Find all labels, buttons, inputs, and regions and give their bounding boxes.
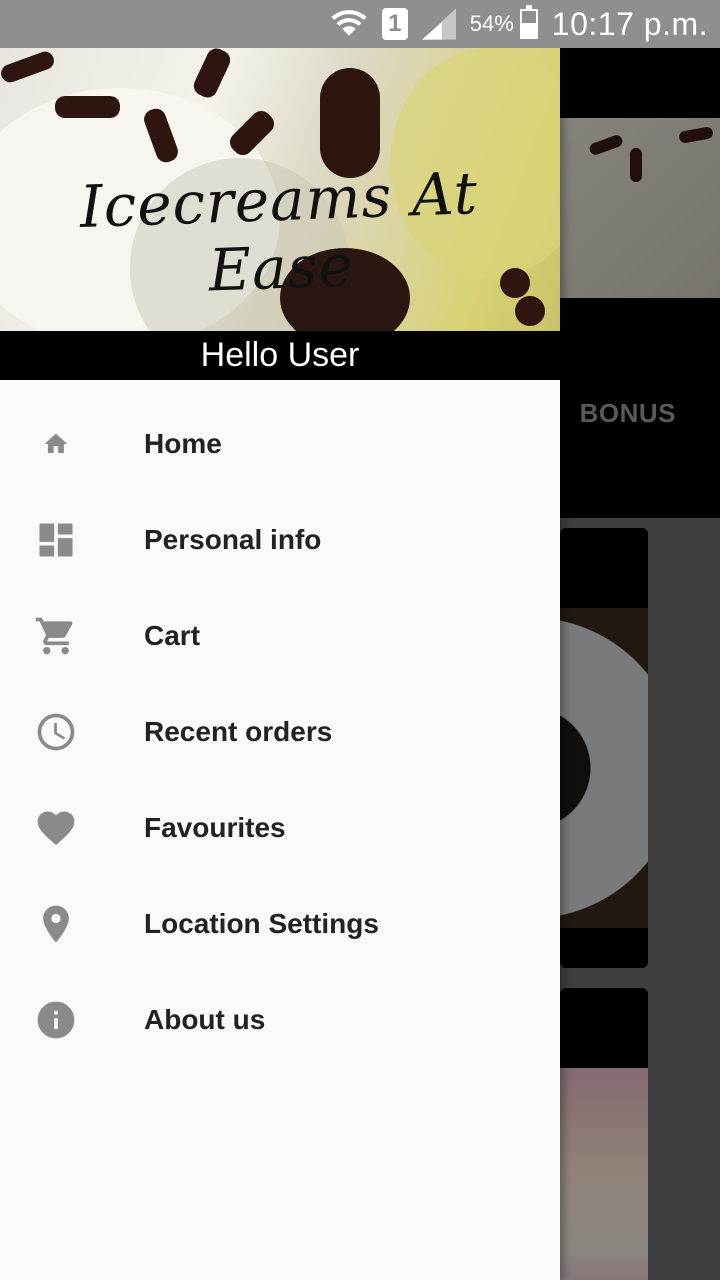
- info-icon: [34, 998, 78, 1042]
- app-logo-text: Icecreams At Ease: [78, 159, 479, 305]
- clock: 10:17 p.m.: [551, 5, 708, 42]
- home-icon: [34, 422, 78, 466]
- wifi-icon: [330, 7, 368, 41]
- menu-item-label: Recent orders: [144, 716, 333, 747]
- menu-item-label: Home: [144, 428, 222, 459]
- drawer-header: Icecreams At Ease Hello User: [0, 48, 560, 380]
- menu-item-label: Cart: [144, 620, 201, 651]
- user-greeting: Hello User: [200, 336, 360, 374]
- battery-icon: 54%: [469, 5, 538, 39]
- menu-item-personal-info[interactable]: Personal info: [0, 492, 560, 588]
- battery-fill: [521, 22, 536, 37]
- drawer-menu: Home Personal info Cart Recent orders Fa…: [0, 396, 560, 1068]
- menu-item-favourites[interactable]: Favourites: [0, 780, 560, 876]
- sim-slot-number: 1: [381, 8, 408, 40]
- battery-percent: 54%: [469, 11, 514, 36]
- cart-icon: [34, 614, 78, 658]
- sim-icon: 1: [381, 8, 408, 40]
- menu-item-label: Favourites: [144, 812, 286, 843]
- battery-gauge: [519, 5, 538, 39]
- menu-item-label: Personal info: [144, 524, 322, 555]
- menu-item-about-us[interactable]: About us: [0, 972, 560, 1068]
- navigation-drawer: Icecreams At Ease Hello User Home Person…: [0, 48, 560, 1280]
- status-bar: 1 54% 10:17 p.m.: [0, 0, 720, 48]
- menu-item-cart[interactable]: Cart: [0, 588, 560, 684]
- menu-item-location-settings[interactable]: Location Settings: [0, 876, 560, 972]
- menu-item-label: About us: [144, 1004, 266, 1035]
- menu-item-label: Location Settings: [144, 908, 379, 939]
- dashboard-icon: [34, 518, 78, 562]
- heart-icon: [34, 806, 78, 850]
- menu-item-recent-orders[interactable]: Recent orders: [0, 684, 560, 780]
- signal-icon: [421, 8, 456, 40]
- menu-item-home[interactable]: Home: [0, 396, 560, 492]
- location-pin-icon: [34, 902, 78, 946]
- clock-icon: [34, 710, 78, 754]
